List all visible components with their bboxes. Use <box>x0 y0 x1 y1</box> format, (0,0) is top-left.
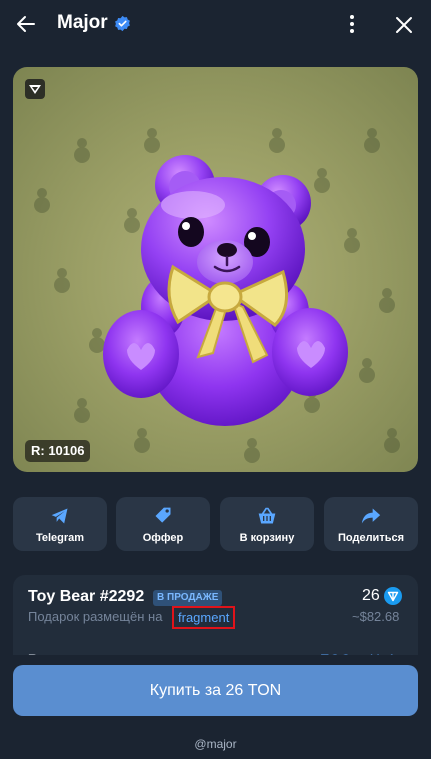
arrow-left-icon[interactable] <box>14 12 38 36</box>
share-arrow-icon <box>361 508 381 524</box>
placed-on-text: Подарок размещён на <box>28 609 163 624</box>
share-button[interactable]: Поделиться <box>324 497 418 551</box>
offer-button[interactable]: Оффер <box>116 497 210 551</box>
toy-bear-image <box>103 155 348 426</box>
close-icon[interactable] <box>393 12 415 36</box>
status-badge: В ПРОДАЖЕ <box>153 590 223 606</box>
offer-button-label: Оффер <box>142 532 184 544</box>
top-bar: Major <box>0 0 431 48</box>
tag-icon <box>155 507 171 523</box>
telegram-button-label: Telegram <box>35 532 85 544</box>
fragment-link[interactable]: fragment <box>172 606 236 629</box>
page-title: Major <box>57 12 108 33</box>
gift-image-card[interactable]: R: 10106 <box>13 67 418 472</box>
basket-icon <box>258 507 276 524</box>
share-button-label: Поделиться <box>337 532 405 544</box>
verified-badge-icon <box>114 15 130 31</box>
telegram-plane-icon <box>51 508 68 524</box>
ton-icon <box>384 587 402 605</box>
fragment-icon[interactable] <box>25 79 45 99</box>
more-vertical-icon[interactable] <box>341 12 363 36</box>
gift-name: Toy Bear #2292 <box>28 588 145 605</box>
add-to-cart-label: В корзину <box>239 532 295 544</box>
action-buttons: Telegram Оффер В корзину Поделиться <box>13 497 418 551</box>
title-group: Major <box>57 12 131 34</box>
rarity-rank-badge: R: 10106 <box>25 440 91 462</box>
usd-price: ~$82.68 <box>352 609 400 624</box>
add-to-cart-button[interactable]: В корзину <box>220 497 314 551</box>
buy-button[interactable]: Купить за 26 TON <box>13 665 418 716</box>
price-value: 26 <box>362 587 380 604</box>
bot-handle: @major <box>194 737 237 751</box>
telegram-button[interactable]: Telegram <box>13 497 107 551</box>
